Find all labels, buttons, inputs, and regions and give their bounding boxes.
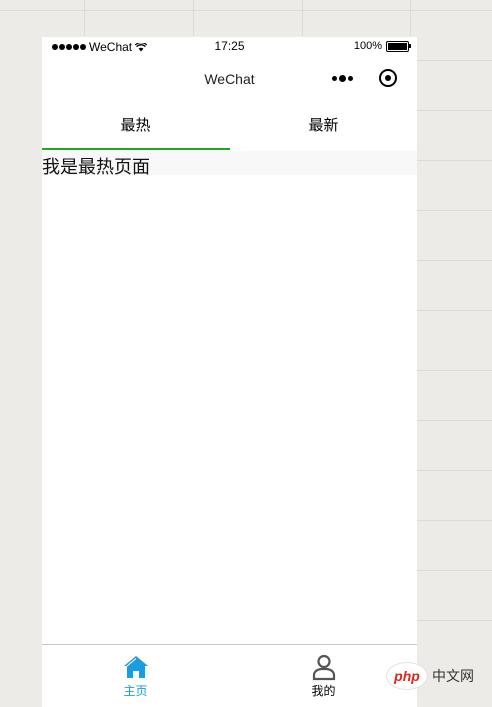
- status-battery-group: 100%: [353, 40, 411, 52]
- grid-line: [193, 0, 194, 36]
- phone-simulator: WeChat 17:25 100% WeChat 最热 最新 我是最热页面 主页…: [42, 37, 417, 707]
- grid-line: [417, 160, 492, 161]
- grid-line: [0, 10, 492, 11]
- status-bar: WeChat 17:25 100%: [42, 37, 417, 57]
- page-content-text: 我是最热页面: [42, 157, 150, 177]
- grid-line: [410, 0, 411, 36]
- grid-line: [417, 520, 492, 521]
- grid-line: [417, 420, 492, 421]
- tab-hot[interactable]: 最热: [42, 101, 229, 151]
- grid-line: [417, 470, 492, 471]
- tab-active-indicator: [42, 148, 230, 150]
- grid-line: [417, 110, 492, 111]
- grid-line: [417, 60, 492, 61]
- grid-line: [417, 620, 492, 621]
- tab-new[interactable]: 最新: [230, 101, 417, 151]
- grid-line: [417, 570, 492, 571]
- grid-line: [417, 260, 492, 261]
- home-icon: [123, 656, 148, 678]
- grid-line: [417, 210, 492, 211]
- php-watermark: php 中文网: [386, 660, 486, 692]
- grid-line: [417, 370, 492, 371]
- watermark-text: 中文网: [432, 668, 474, 684]
- grid-line: [417, 310, 492, 311]
- close-miniprogram-icon[interactable]: [379, 69, 397, 87]
- battery-percent: 100%: [353, 40, 382, 52]
- navigation-bar: WeChat: [42, 57, 417, 101]
- grid-line: [84, 0, 85, 36]
- user-icon: [312, 654, 335, 681]
- battery-icon: [386, 40, 411, 52]
- capsule-menu: [332, 69, 397, 87]
- tabbar-label-home: 主页: [123, 684, 148, 698]
- grid-line: [302, 0, 303, 36]
- more-icon[interactable]: [332, 74, 353, 82]
- bottom-tabbar: 主页 我的: [42, 644, 417, 707]
- top-tabs: 最热 最新: [42, 101, 417, 151]
- php-logo: php: [386, 662, 428, 690]
- tabbar-item-home[interactable]: 主页: [42, 645, 229, 707]
